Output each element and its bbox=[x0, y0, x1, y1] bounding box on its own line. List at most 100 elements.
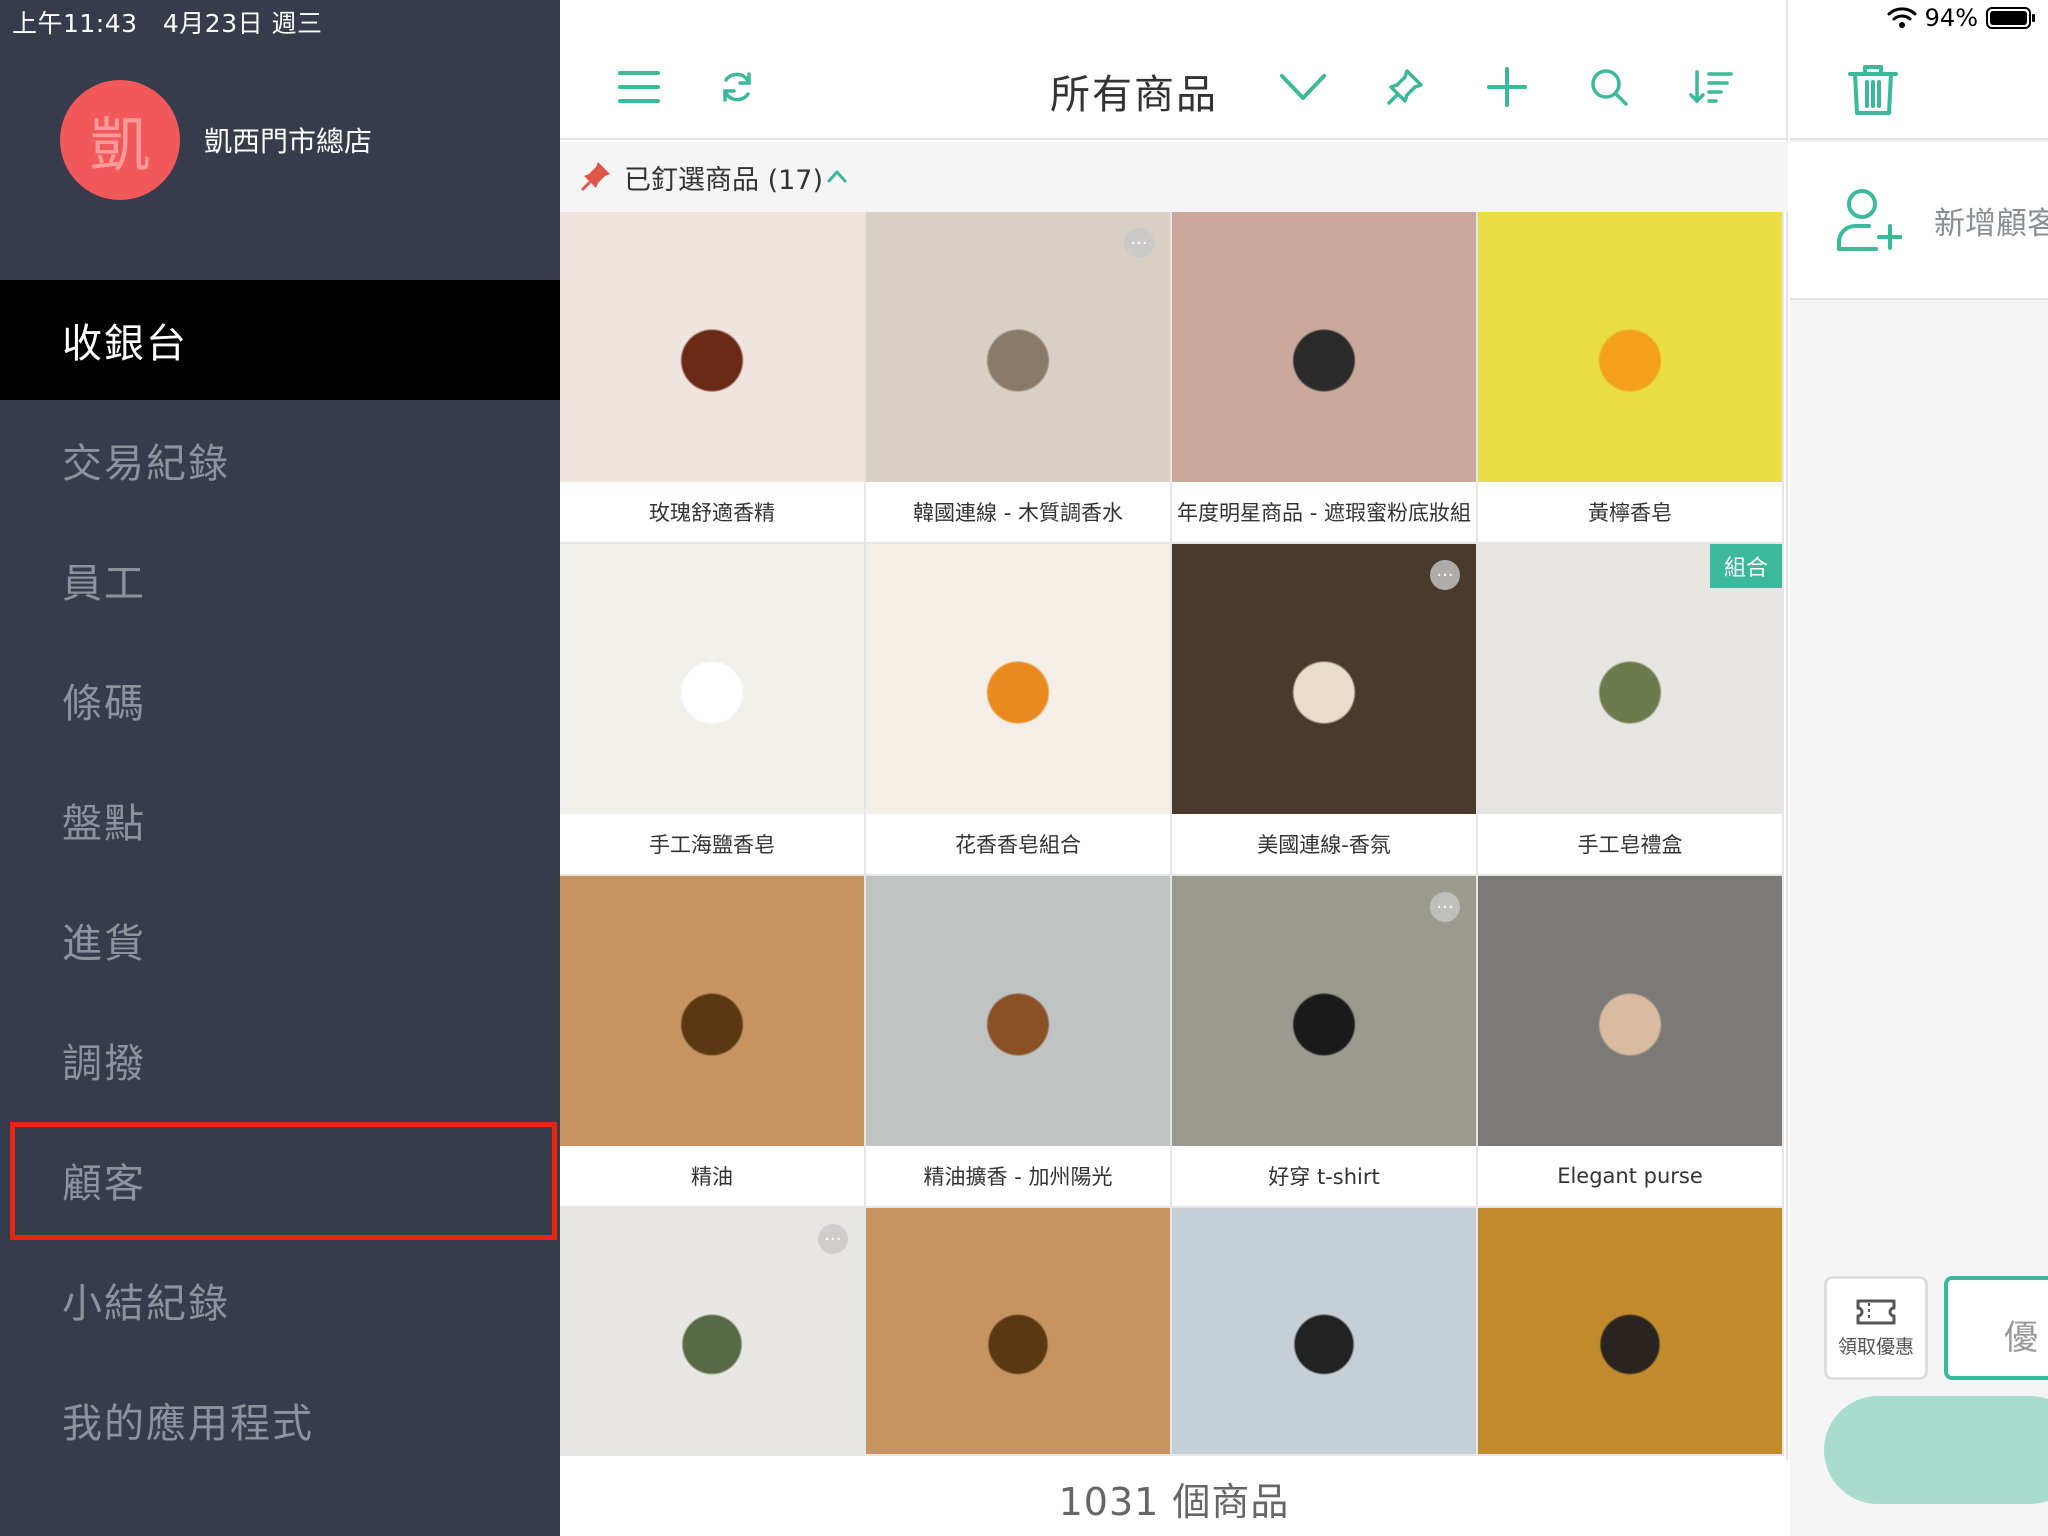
sort-icon[interactable] bbox=[1684, 60, 1738, 114]
battery-percent: 94% bbox=[1924, 4, 1978, 32]
product-tile[interactable] bbox=[1478, 1208, 1784, 1456]
product-image bbox=[1172, 544, 1476, 814]
sidebar-nav: 收銀台 交易紀錄 員工 條碼 盤點 進貨 調撥 顧客 小結紀錄 我的應用程式 bbox=[0, 280, 560, 1480]
product-row: 精油 精油擴香 - 加州陽光 好穿 t-shirt ··· Elegant purse bbox=[560, 876, 1788, 1208]
product-name: 手工海鹽香皂 bbox=[560, 814, 864, 874]
more-options-icon[interactable]: ··· bbox=[1430, 892, 1460, 922]
product-image bbox=[1478, 1208, 1782, 1454]
highlight-box bbox=[10, 1122, 557, 1240]
product-tile[interactable]: 花香香皂組合 bbox=[866, 544, 1172, 876]
product-name: 玫瑰舒適香精 bbox=[560, 482, 864, 542]
pinned-label: 已釘選商品 (17) bbox=[624, 165, 824, 196]
add-customer-row[interactable]: 新增顧客 bbox=[1790, 142, 2048, 300]
coupon-label: 領取優惠 bbox=[1837, 1335, 1914, 1358]
discount-label: 優 bbox=[2004, 1318, 2038, 1358]
coupon-button[interactable]: 領取優惠 bbox=[1824, 1276, 1928, 1380]
checkout-button[interactable] bbox=[1824, 1396, 2048, 1504]
product-name: 黃檸香皂 bbox=[1478, 482, 1782, 542]
ticket-icon bbox=[1856, 1299, 1896, 1324]
product-tile[interactable] bbox=[1172, 1208, 1478, 1456]
sidebar-item-purchase[interactable]: 進貨 bbox=[0, 880, 560, 1000]
cart-header: 94% bbox=[1790, 0, 2048, 140]
search-icon[interactable] bbox=[1582, 60, 1636, 114]
product-image bbox=[1172, 1208, 1476, 1454]
product-image bbox=[866, 876, 1170, 1146]
product-row: 手工海鹽香皂 花香香皂組合 美國連線-香氛 ··· 手工皂禮盒 組合 bbox=[560, 544, 1788, 876]
menu-icon[interactable] bbox=[612, 60, 666, 114]
product-name: 精油擴香 - 加州陽光 bbox=[866, 1146, 1170, 1206]
sidebar-item-inventory[interactable]: 盤點 bbox=[0, 760, 560, 880]
product-name: 美國連線-香氛 bbox=[1172, 814, 1476, 874]
sidebar: 上午11:43 4月23日 週三 凱 凱西門市總店 收銀台 交易紀錄 員工 條碼… bbox=[0, 0, 560, 1536]
product-image bbox=[560, 544, 864, 814]
product-tile[interactable] bbox=[866, 1208, 1172, 1456]
product-tile[interactable]: 韓國連線 - 木質調香水 ··· bbox=[866, 212, 1172, 544]
store-header[interactable]: 凱 凱西門市總店 bbox=[60, 80, 372, 200]
toolbar: 所有商品 bbox=[560, 0, 1788, 140]
product-image bbox=[560, 876, 864, 1146]
more-options-icon[interactable]: ··· bbox=[1124, 228, 1154, 258]
product-tile[interactable]: 精油 bbox=[560, 876, 866, 1208]
product-image bbox=[866, 212, 1170, 482]
store-avatar[interactable]: 凱 bbox=[60, 80, 180, 200]
status-time: 上午11:43 4月23日 週三 bbox=[12, 4, 323, 40]
sidebar-item-cashier[interactable]: 收銀台 bbox=[0, 280, 560, 400]
sidebar-item-transfer[interactable]: 調撥 bbox=[0, 1000, 560, 1120]
pin-icon[interactable] bbox=[1378, 60, 1432, 114]
product-tile[interactable]: 好穿 t-shirt ··· bbox=[1172, 876, 1478, 1208]
product-name: Elegant purse bbox=[1478, 1146, 1782, 1206]
cart-panel: 94% 新增顧客 領取優惠 優 bbox=[1790, 0, 2048, 1536]
sidebar-item-shift-report[interactable]: 小結紀錄 bbox=[0, 1240, 560, 1360]
more-options-icon[interactable]: ··· bbox=[818, 1224, 848, 1254]
product-grid: 玫瑰舒適香精 韓國連線 - 木質調香水 ··· 年度明星商品 - 遮瑕蜜粉底妝組 黃檸香… bbox=[560, 212, 1788, 1456]
more-options-icon[interactable]: ··· bbox=[1430, 560, 1460, 590]
product-name: 韓國連線 - 木質調香水 bbox=[866, 482, 1170, 542]
chevron-down-icon[interactable] bbox=[1276, 60, 1330, 114]
wifi-icon bbox=[1887, 7, 1917, 28]
status-date-text: 4月23日 週三 bbox=[162, 9, 323, 38]
product-image bbox=[1172, 876, 1476, 1146]
product-name: 手工皂禮盒 bbox=[1478, 814, 1782, 874]
add-user-icon bbox=[1837, 189, 1902, 251]
sidebar-item-my-apps[interactable]: 我的應用程式 bbox=[0, 1360, 560, 1480]
product-tile[interactable]: 手工皂禮盒 組合 bbox=[1478, 544, 1784, 876]
product-tile[interactable]: Elegant purse bbox=[1478, 876, 1784, 1208]
product-panel: 所有商品 已釘選商品 (17) 玫瑰舒適香精 韓國連線 - 木質調香水 ··· 年度明… bbox=[560, 0, 1788, 1536]
product-name: 花香香皂組合 bbox=[866, 814, 1170, 874]
add-customer-label: 新增顧客 bbox=[1934, 206, 2048, 242]
store-name: 凱西門市總店 bbox=[204, 125, 373, 158]
product-name: 好穿 t-shirt bbox=[1172, 1146, 1476, 1206]
product-name: 年度明星商品 - 遮瑕蜜粉底妝組 bbox=[1172, 482, 1476, 542]
product-image bbox=[866, 544, 1170, 814]
product-image bbox=[560, 212, 864, 482]
product-count: 1031 個商品 bbox=[560, 1460, 1788, 1536]
chevron-up-icon[interactable] bbox=[826, 168, 848, 184]
product-name: 精油 bbox=[560, 1146, 864, 1206]
product-image bbox=[1478, 212, 1782, 482]
plus-icon[interactable] bbox=[1480, 60, 1534, 114]
bundle-badge: 組合 bbox=[1710, 544, 1782, 588]
product-tile[interactable]: 手工海鹽香皂 bbox=[560, 544, 866, 876]
discount-button[interactable]: 優 bbox=[1944, 1276, 2048, 1380]
product-tile[interactable]: 黃檸香皂 bbox=[1478, 212, 1784, 544]
pinned-bar[interactable]: 已釘選商品 (17) bbox=[560, 142, 1788, 212]
product-tile[interactable]: ··· bbox=[560, 1208, 866, 1456]
product-image bbox=[1172, 212, 1476, 482]
status-time-text: 上午11:43 bbox=[12, 9, 138, 38]
product-row: 玫瑰舒適香精 韓國連線 - 木質調香水 ··· 年度明星商品 - 遮瑕蜜粉底妝組 黃檸香… bbox=[560, 212, 1788, 544]
product-tile[interactable]: 精油擴香 - 加州陽光 bbox=[866, 876, 1172, 1208]
status-right: 94% bbox=[1887, 4, 2036, 32]
sidebar-item-staff[interactable]: 員工 bbox=[0, 520, 560, 640]
product-tile[interactable]: 玫瑰舒適香精 bbox=[560, 212, 866, 544]
product-row: ··· bbox=[560, 1208, 1788, 1456]
page-title[interactable]: 所有商品 bbox=[1050, 62, 1218, 120]
product-tile[interactable]: 年度明星商品 - 遮瑕蜜粉底妝組 bbox=[1172, 212, 1478, 544]
refresh-icon[interactable] bbox=[710, 60, 764, 114]
product-tile[interactable]: 美國連線-香氛 ··· bbox=[1172, 544, 1478, 876]
sidebar-item-barcode[interactable]: 條碼 bbox=[0, 640, 560, 760]
product-image bbox=[866, 1208, 1170, 1454]
battery-icon bbox=[1986, 7, 2035, 29]
trash-icon[interactable] bbox=[1848, 64, 1898, 116]
sidebar-item-transactions[interactable]: 交易紀錄 bbox=[0, 400, 560, 520]
pin-filled-icon bbox=[581, 162, 610, 191]
